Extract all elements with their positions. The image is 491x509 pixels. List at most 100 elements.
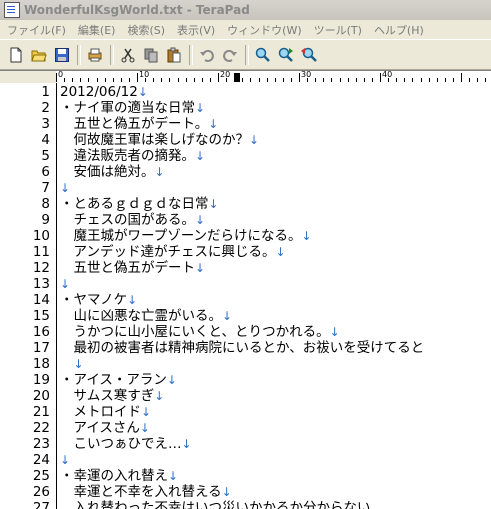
- text-line[interactable]: 15 山に凶悪な亡霊がいる。↓: [0, 308, 491, 324]
- menu-file[interactable]: ファイル(F): [0, 22, 71, 38]
- menu-window[interactable]: ウィンドウ(W): [220, 22, 306, 38]
- menu-edit[interactable]: 編集(E): [71, 22, 121, 38]
- text-line[interactable]: 11 アンデッド達がチェスに興じる。↓: [0, 244, 491, 260]
- menu-search[interactable]: 検索(S): [120, 22, 170, 38]
- ruler-tick: [436, 78, 438, 82]
- line-text[interactable]: ・ナイ軍の適当な日常↓: [60, 100, 205, 116]
- menu-view[interactable]: 表示(V): [170, 22, 220, 38]
- line-text[interactable]: ・幸運の入れ替え↓: [60, 468, 178, 484]
- redo-icon[interactable]: [220, 45, 240, 65]
- text-line[interactable]: 4 何故魔王軍は楽しげなのか？↓: [0, 132, 491, 148]
- save-icon[interactable]: [52, 45, 72, 65]
- print-icon[interactable]: [85, 45, 105, 65]
- line-text[interactable]: サムス寒すぎ↓: [60, 388, 164, 404]
- newline-mark-icon: ↓: [301, 229, 312, 243]
- text-line[interactable]: 17 最初の被害者は精神病院にいるとか、お祓いを受けてると: [0, 340, 491, 356]
- line-content: 幸運と不幸を入れ替える: [60, 484, 222, 500]
- text-line[interactable]: 20 サムス寒すぎ↓: [0, 388, 491, 404]
- text-line[interactable]: 18 ↓: [0, 356, 491, 372]
- line-number: 15: [32, 308, 50, 324]
- line-text[interactable]: 入れ替わった不幸はいつ災いかかるか分からない: [60, 500, 370, 509]
- line-text[interactable]: 何故魔王軍は楽しげなのか？↓: [60, 132, 259, 148]
- ruler-tick: [331, 78, 333, 82]
- ruler-tick: [412, 78, 414, 82]
- ruler-tick: [355, 78, 357, 82]
- line-text[interactable]: 山に凶悪な亡霊がいる。↓: [60, 308, 232, 324]
- find-next-icon[interactable]: [276, 45, 296, 65]
- line-text[interactable]: 最初の被害者は精神病院にいるとか、お祓いを受けてると: [60, 340, 424, 356]
- line-text[interactable]: 2012/06/12↓: [60, 84, 148, 100]
- line-content: 何故魔王軍は楽しげなのか？: [60, 132, 249, 148]
- line-text[interactable]: ↓: [60, 276, 70, 292]
- paste-icon[interactable]: [164, 45, 184, 65]
- text-line[interactable]: 14 ・ヤマノケ↓: [0, 292, 491, 308]
- text-line[interactable]: 9 チェスの国がある。↓: [0, 212, 491, 228]
- text-line[interactable]: 24 ↓: [0, 452, 491, 468]
- open-folder-icon[interactable]: [29, 45, 49, 65]
- column-ruler[interactable]: 0 10 20 30 40: [56, 70, 491, 84]
- line-text[interactable]: アイスさん↓: [60, 420, 150, 436]
- line-content: サムス寒すぎ: [60, 388, 155, 404]
- line-text[interactable]: ↓: [60, 452, 70, 468]
- line-content: 山に凶悪な亡霊がいる。: [60, 308, 222, 324]
- find-prev-icon[interactable]: [299, 45, 319, 65]
- line-text[interactable]: ・ヤマノケ↓: [60, 292, 137, 308]
- copy-icon[interactable]: [141, 45, 161, 65]
- newline-mark-icon: ↓: [208, 117, 219, 131]
- text-line[interactable]: 10 魔王城がワープゾーンだらけになる。↓: [0, 228, 491, 244]
- line-text[interactable]: 五世と偽五がデート。↓: [60, 116, 218, 132]
- menu-tools[interactable]: ツール(T): [307, 22, 367, 38]
- line-text[interactable]: 幸運と不幸を入れ替える↓: [60, 484, 231, 500]
- text-line[interactable]: 26 幸運と不幸を入れ替える↓: [0, 484, 491, 500]
- line-text[interactable]: ・とあるｇｄｇｄな日常↓: [60, 196, 219, 212]
- ruler-tick: [56, 73, 57, 82]
- text-line[interactable]: 22 アイスさん↓: [0, 420, 491, 436]
- line-text[interactable]: チェスの国がある。↓: [60, 212, 205, 228]
- undo-icon[interactable]: [197, 45, 217, 65]
- ruler-tick: [242, 78, 244, 82]
- ruler-tick: [266, 78, 268, 82]
- line-content: ・アイス・アラン: [60, 372, 167, 388]
- new-file-icon[interactable]: [6, 45, 26, 65]
- text-line[interactable]: 21 メトロイド↓: [0, 404, 491, 420]
- line-text[interactable]: メトロイド↓: [60, 404, 151, 420]
- text-line[interactable]: 5 違法販売者の摘発。↓: [0, 148, 491, 164]
- newline-mark-icon: ↓: [222, 309, 233, 323]
- menu-help[interactable]: ヘルプ(H): [367, 22, 429, 38]
- window-title: WonderfulKsgWorld.txt - TeraPad: [24, 3, 250, 17]
- text-line[interactable]: 25 ・幸運の入れ替え↓: [0, 468, 491, 484]
- line-text[interactable]: 違法販売者の摘発。↓: [60, 148, 205, 164]
- line-number: 17: [32, 340, 50, 356]
- newline-mark-icon: ↓: [154, 389, 165, 403]
- text-line[interactable]: 6 安価は絶対。↓: [0, 164, 491, 180]
- text-line[interactable]: 1 2012/06/12↓: [0, 84, 491, 100]
- line-text[interactable]: 魔王城がワープゾーンだらけになる。↓: [60, 228, 312, 244]
- text-line[interactable]: 8 ・とあるｇｄｇｄな日常↓: [0, 196, 491, 212]
- line-text[interactable]: うかつに山小屋にいくと、とりつかれる。↓: [60, 324, 339, 340]
- text-line[interactable]: 12 五世と偽五がデート↓: [0, 260, 491, 276]
- find-icon[interactable]: [253, 45, 273, 65]
- line-text[interactable]: 安価は絶対。↓: [60, 164, 164, 180]
- ruler-tick: [485, 78, 487, 82]
- text-line[interactable]: 7 ↓: [0, 180, 491, 196]
- line-content: ・ナイ軍の適当な日常: [60, 100, 195, 116]
- newline-mark-icon: ↓: [127, 293, 138, 307]
- text-line[interactable]: 19 ・アイス・アラン↓: [0, 372, 491, 388]
- line-text[interactable]: アンデッド達がチェスに興じる。↓: [60, 244, 285, 260]
- line-text[interactable]: 五世と偽五がデート↓: [60, 260, 205, 276]
- line-text[interactable]: ↓: [60, 356, 84, 372]
- text-line[interactable]: 23 こいつぁひでえ…↓: [0, 436, 491, 452]
- line-text[interactable]: ↓: [60, 180, 70, 196]
- text-line[interactable]: 27 入れ替わった不幸はいつ災いかかるか分からない: [0, 500, 491, 509]
- text-line[interactable]: 3 五世と偽五がデート。↓: [0, 116, 491, 132]
- text-line[interactable]: 2 ・ナイ軍の適当な日常↓: [0, 100, 491, 116]
- terapad-app-icon[interactable]: [4, 2, 20, 18]
- text-line[interactable]: 13 ↓: [0, 276, 491, 292]
- line-text[interactable]: ・アイス・アラン↓: [60, 372, 177, 388]
- text-editor[interactable]: 1 2012/06/12↓ 2 ・ナイ軍の適当な日常↓ 3 五世と偽五がデート。↓ 4 何…: [0, 83, 491, 509]
- line-text[interactable]: こいつぁひでえ…↓: [60, 436, 191, 452]
- text-line[interactable]: 16 うかつに山小屋にいくと、とりつかれる。↓: [0, 324, 491, 340]
- ruler-corner: [0, 70, 56, 84]
- ruler-tick: [250, 78, 252, 82]
- cut-icon[interactable]: [118, 45, 138, 65]
